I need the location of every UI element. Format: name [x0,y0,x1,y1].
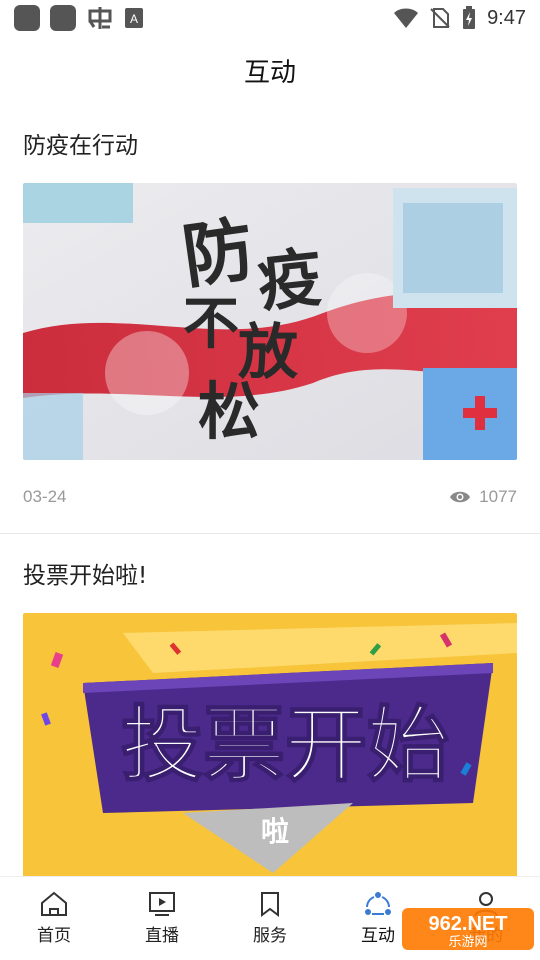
bookmark-icon [261,892,279,917]
post-date: 03-24 [23,486,67,506]
battery-charging-icon [463,6,476,29]
view-count: 1077 [449,487,517,507]
no-sim-icon [430,8,450,28]
image-text-bu: 不 [183,291,239,357]
image-text-yi: 疫 [254,240,325,321]
tv-play-icon [149,892,175,916]
svg-text:962.NET: 962.NET [429,913,508,935]
post-image-voting[interactable]: 投票开始 啦 [23,613,517,876]
home-icon [41,891,67,916]
app-notification-icon [50,5,76,31]
tab-service[interactable]: 服务 [216,877,324,960]
post-meta: 03-24 1077 [23,460,517,533]
tab-label: 互动 [361,926,395,946]
wifi-icon [394,8,419,28]
view-count-value: 1077 [479,486,517,506]
voting-subtext: 啦 [261,815,289,848]
status-bar: A 9:47 [0,0,540,36]
tab-label: 直播 [145,926,179,946]
post-image-anti-epidemic[interactable]: 防 疫 不 放 松 [23,183,517,460]
eye-icon [450,491,471,502]
post-card[interactable]: 防疫在行动 防 疫 不 放 松 03-24 1077 [0,104,540,533]
svg-text:A: A [130,12,138,26]
image-text-fang: 防 [178,207,259,299]
voting-headline: 投票开始 [121,698,449,793]
page-title: 互动 [243,57,296,88]
post-feed[interactable]: 防疫在行动 防 疫 不 放 松 03-24 1077 投票开始啦! 投票开始 啦 [0,104,540,876]
tab-live[interactable]: 直播 [108,877,216,960]
watermark-logo: 962.NET 乐游网 [402,908,534,950]
chinese-char-icon [88,7,112,29]
keyboard-a-icon: A [125,8,143,28]
app-notification-icon [14,5,40,31]
bottom-tab-bar: 首页 直播 服务 互动 我的 962.NET 乐游网 [0,876,540,960]
image-text-song: 松 [198,375,260,448]
tab-label: 首页 [37,926,71,946]
tab-label: 服务 [253,926,287,946]
svg-text:乐游网: 乐游网 [448,935,487,950]
status-time: 9:47 [487,6,526,29]
post-card[interactable]: 投票开始啦! 投票开始 啦 [0,534,540,876]
post-title[interactable]: 投票开始啦! [23,534,517,613]
tab-home[interactable]: 首页 [0,877,108,960]
share-nodes-icon [365,892,391,915]
page-header: 互动 [0,36,540,104]
post-title[interactable]: 防疫在行动 [23,104,517,183]
